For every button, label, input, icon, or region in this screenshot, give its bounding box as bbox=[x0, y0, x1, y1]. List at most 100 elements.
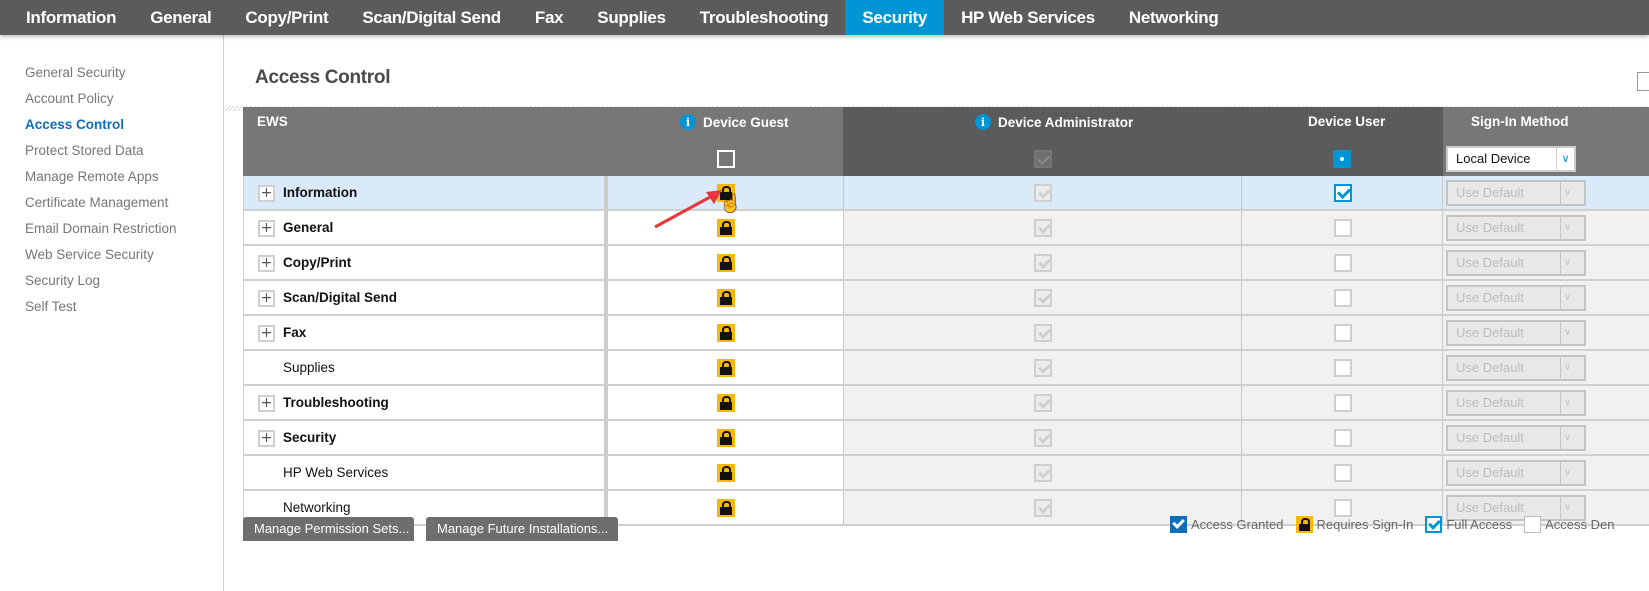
lock-icon[interactable] bbox=[717, 289, 735, 307]
admin-checkbox-disabled bbox=[1034, 429, 1052, 447]
row-guest-cell bbox=[608, 176, 843, 209]
legend-label: Access Granted bbox=[1191, 517, 1284, 532]
expand-icon[interactable]: + bbox=[258, 290, 275, 307]
legend-access-granted: Access Granted bbox=[1170, 516, 1284, 533]
admin-checkbox-disabled bbox=[1034, 359, 1052, 377]
sign-in-method-select[interactable]: Local Device ∨ bbox=[1446, 146, 1576, 172]
lock-icon bbox=[1295, 516, 1313, 533]
sign-in-value: Use Default bbox=[1456, 360, 1524, 375]
row-guest-cell bbox=[608, 456, 843, 489]
row-ews-cell: HP Web Services bbox=[243, 456, 604, 489]
admin-checkbox-disabled bbox=[1034, 184, 1052, 202]
nav-tab-security[interactable]: Security bbox=[845, 0, 945, 35]
row-ews-cell: + General bbox=[243, 211, 604, 244]
row-user-cell bbox=[1241, 281, 1442, 314]
user-checkbox[interactable] bbox=[1334, 394, 1352, 412]
admin-checkbox-disabled bbox=[1034, 394, 1052, 412]
manage-permission-sets-button[interactable]: Manage Permission Sets... bbox=[243, 517, 414, 541]
user-checkbox[interactable] bbox=[1334, 184, 1352, 202]
expand-icon[interactable]: + bbox=[258, 430, 275, 447]
sidebar-item-general-security[interactable]: General Security bbox=[0, 64, 223, 90]
sidebar-item-access-control[interactable]: Access Control bbox=[0, 116, 223, 142]
sign-in-select-disabled: Use Default ∨ bbox=[1446, 215, 1586, 241]
row-label: Security bbox=[283, 430, 337, 445]
user-checkbox[interactable] bbox=[1334, 289, 1352, 307]
table-body: + Information Use Default ∨ + General Use Defa… bbox=[243, 176, 1649, 526]
legend-full-access: Full Access bbox=[1425, 516, 1512, 533]
select-all-guest-checkbox[interactable] bbox=[717, 150, 735, 168]
user-checkbox[interactable] bbox=[1334, 429, 1352, 447]
lock-icon[interactable] bbox=[717, 219, 735, 237]
manage-future-installations-button[interactable]: Manage Future Installations... bbox=[426, 517, 618, 541]
nav-tab-hp-web-services[interactable]: HP Web Services bbox=[944, 0, 1112, 35]
row-label: HP Web Services bbox=[283, 465, 389, 480]
lock-icon[interactable] bbox=[717, 324, 735, 342]
sidebar-item-protect-stored-data[interactable]: Protect Stored Data bbox=[0, 142, 223, 168]
info-icon[interactable]: i bbox=[975, 114, 991, 130]
help-box[interactable] bbox=[1637, 72, 1649, 91]
header-device-admin-label: Device Administrator bbox=[998, 114, 1134, 130]
row-label: Networking bbox=[283, 500, 351, 515]
nav-tab-scan-digital-send[interactable]: Scan/Digital Send bbox=[345, 0, 518, 35]
sidebar-item-certificate-management[interactable]: Certificate Management bbox=[0, 194, 223, 220]
expand-icon[interactable]: + bbox=[258, 325, 275, 342]
expand-icon[interactable]: + bbox=[258, 395, 275, 412]
checkbox-checked-icon bbox=[1425, 516, 1443, 533]
expand-icon[interactable]: + bbox=[258, 220, 275, 237]
user-checkbox[interactable] bbox=[1334, 254, 1352, 272]
chevron-down-icon: ∨ bbox=[1556, 148, 1574, 170]
sidebar-item-security-log[interactable]: Security Log bbox=[0, 272, 223, 298]
nav-tab-networking[interactable]: Networking bbox=[1112, 0, 1236, 35]
sidebar-item-manage-remote-apps[interactable]: Manage Remote Apps bbox=[0, 168, 223, 194]
info-icon[interactable]: i bbox=[680, 114, 696, 130]
sign-in-value: Use Default bbox=[1456, 325, 1524, 340]
nav-tab-troubleshooting[interactable]: Troubleshooting bbox=[683, 0, 846, 35]
expand-icon[interactable]: + bbox=[258, 255, 275, 272]
user-checkbox[interactable] bbox=[1334, 359, 1352, 377]
user-checkbox[interactable] bbox=[1334, 219, 1352, 237]
nav-tab-information[interactable]: Information bbox=[9, 0, 133, 35]
table-row: + Scan/Digital Send Use Default ∨ bbox=[243, 281, 1649, 316]
lock-icon[interactable] bbox=[717, 429, 735, 447]
row-user-cell bbox=[1241, 246, 1442, 279]
nav-tab-fax[interactable]: Fax bbox=[518, 0, 580, 35]
checkbox-empty-icon bbox=[1524, 516, 1542, 533]
nav-tab-supplies[interactable]: Supplies bbox=[580, 0, 682, 35]
row-ews-cell: Supplies bbox=[243, 351, 604, 384]
row-guest-cell bbox=[608, 386, 843, 419]
nav-tab-general[interactable]: General bbox=[133, 0, 228, 35]
lock-icon[interactable] bbox=[717, 394, 735, 412]
row-admin-cell bbox=[843, 246, 1241, 279]
lock-icon[interactable] bbox=[717, 184, 735, 202]
user-checkbox[interactable] bbox=[1334, 464, 1352, 482]
legend-label: Full Access bbox=[1446, 517, 1513, 532]
sidebar-item-email-domain-restriction[interactable]: Email Domain Restriction bbox=[0, 220, 223, 246]
admin-checkbox-disabled bbox=[1034, 464, 1052, 482]
sidebar-item-account-policy[interactable]: Account Policy bbox=[0, 90, 223, 116]
checkmark-icon bbox=[1170, 516, 1187, 533]
chevron-down-icon: ∨ bbox=[1560, 392, 1574, 414]
legend-requires-sign-in: Requires Sign-In bbox=[1295, 516, 1413, 533]
lock-icon[interactable] bbox=[717, 359, 735, 377]
row-ews-cell: + Scan/Digital Send bbox=[243, 281, 604, 314]
row-admin-cell bbox=[843, 211, 1241, 244]
row-ews-cell: + Troubleshooting bbox=[243, 386, 604, 419]
lock-icon[interactable] bbox=[717, 464, 735, 482]
lock-icon[interactable] bbox=[717, 499, 735, 517]
sidebar-item-web-service-security[interactable]: Web Service Security bbox=[0, 246, 223, 272]
legend: Access Granted Requires Sign-In Full Acc… bbox=[1170, 516, 1626, 533]
table-row: + Copy/Print Use Default ∨ bbox=[243, 246, 1649, 281]
select-all-user-checkbox[interactable] bbox=[1333, 150, 1351, 168]
sign-in-select-disabled: Use Default ∨ bbox=[1446, 180, 1586, 206]
lock-icon[interactable] bbox=[717, 254, 735, 272]
chevron-down-icon: ∨ bbox=[1560, 357, 1574, 379]
expand-icon[interactable]: + bbox=[258, 185, 275, 202]
admin-checkbox-disabled bbox=[1034, 254, 1052, 272]
sign-in-value: Use Default bbox=[1456, 255, 1524, 270]
sign-in-value: Use Default bbox=[1456, 185, 1524, 200]
user-checkbox[interactable] bbox=[1334, 324, 1352, 342]
nav-tab-copy-print[interactable]: Copy/Print bbox=[228, 0, 345, 35]
user-checkbox[interactable] bbox=[1334, 499, 1352, 517]
sidebar-item-self-test[interactable]: Self Test bbox=[0, 298, 223, 324]
row-guest-cell bbox=[608, 316, 843, 349]
